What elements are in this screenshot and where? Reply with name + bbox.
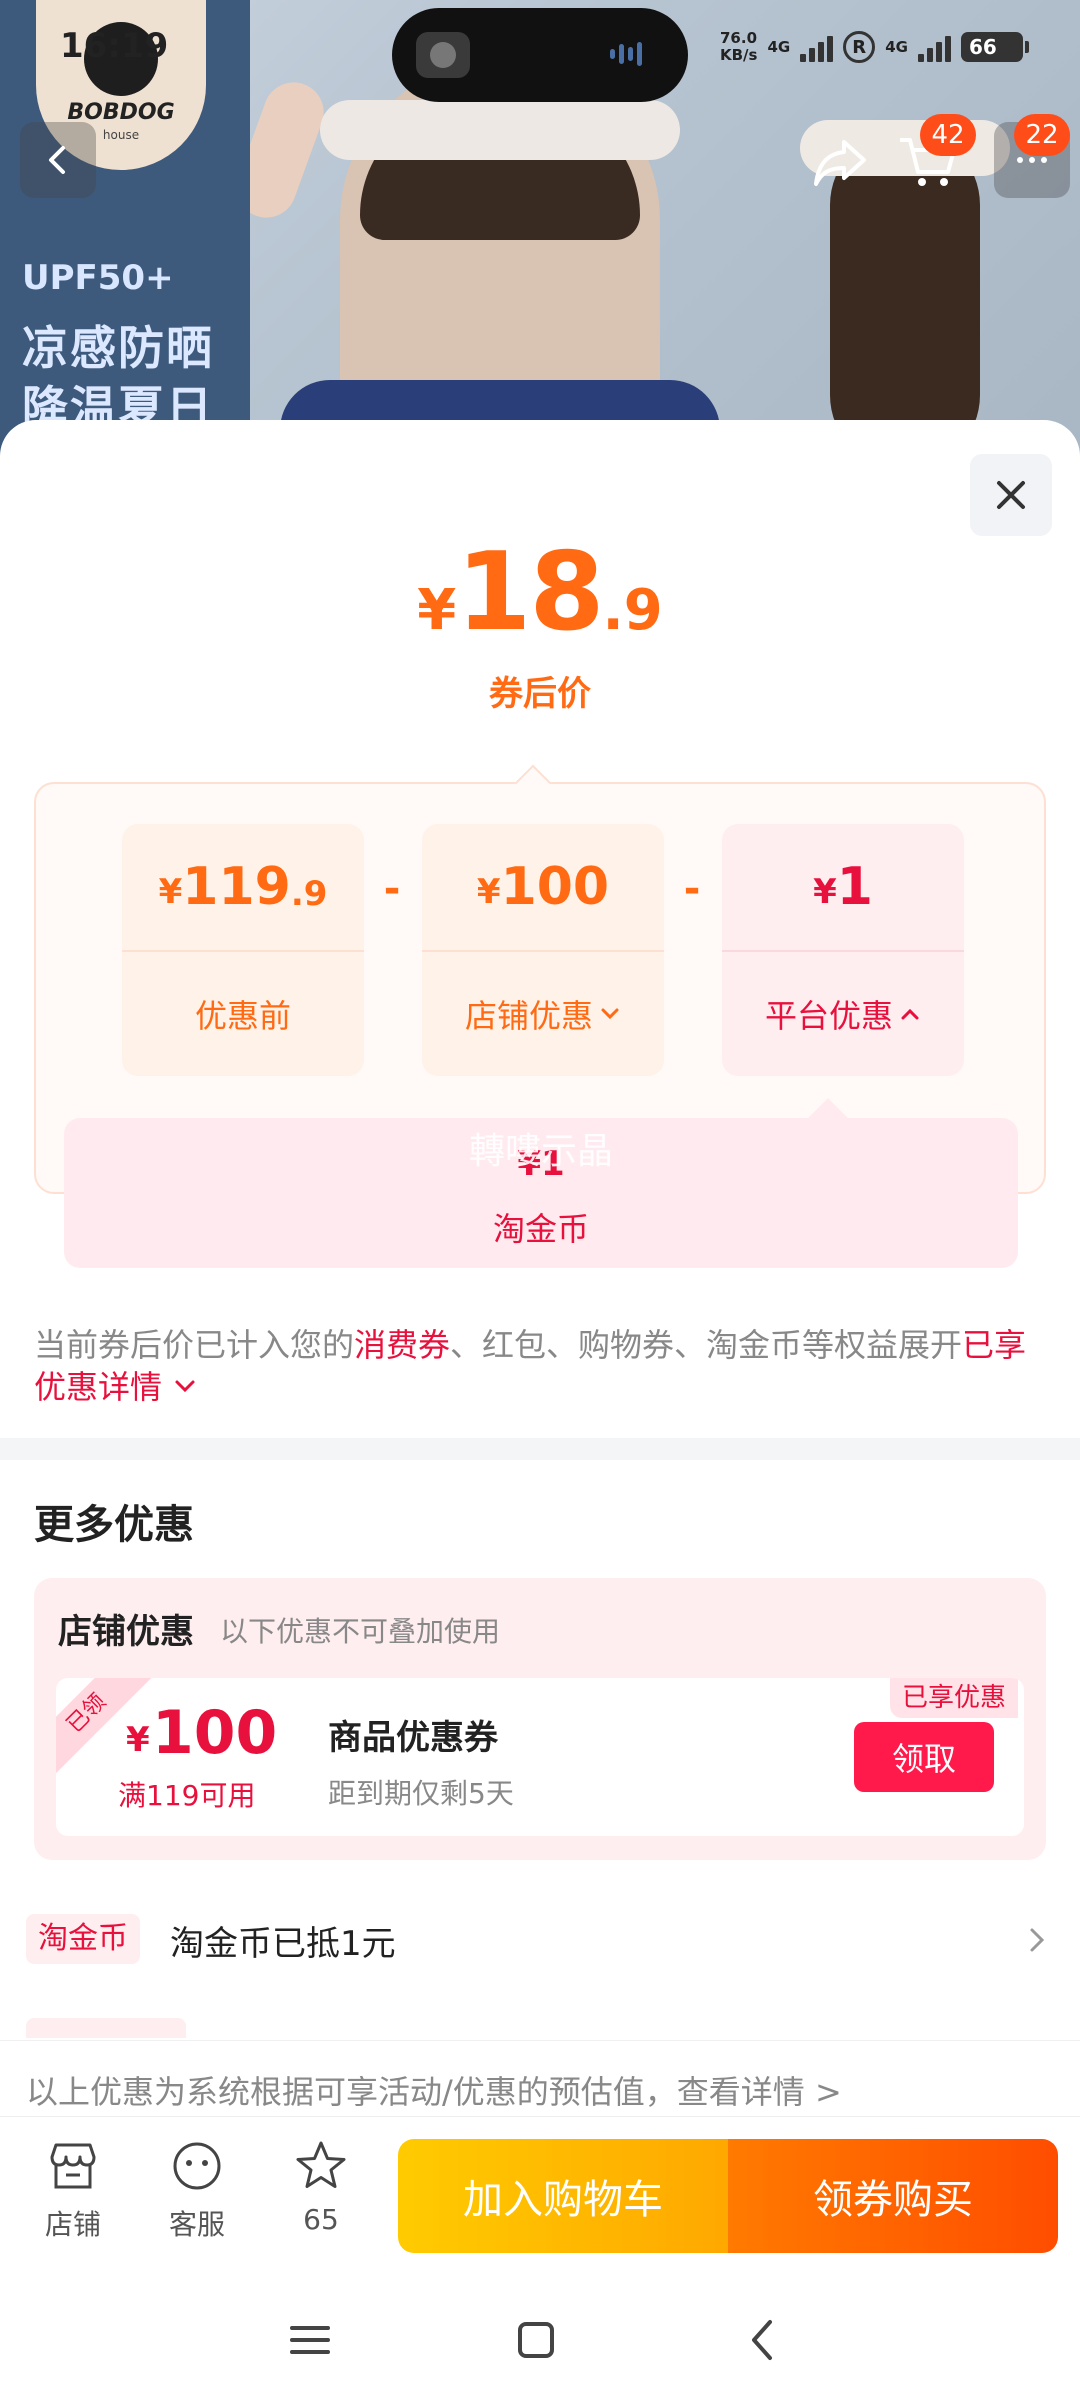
back-button[interactable] — [20, 122, 96, 198]
status-time: 16:19 — [60, 26, 169, 66]
bottom-action-bar: 店铺 客服 65 加入购物车 领券购买 — [0, 2116, 1080, 2276]
close-button[interactable] — [970, 454, 1052, 536]
enjoyed-tag: 已享优惠 — [890, 1678, 1019, 1718]
battery-icon: 66 — [960, 32, 1029, 62]
chevron-down-icon — [175, 1380, 195, 1393]
boy-model-image — [280, 60, 720, 470]
service-label: 客服 — [168, 2208, 225, 2241]
claim-coupon-button[interactable]: 领取 — [854, 1722, 994, 1792]
favorites-count: 65 — [303, 2203, 339, 2236]
chevron-right-icon — [1030, 1928, 1045, 1952]
network-type-2: 4G — [885, 38, 908, 56]
home-square-icon[interactable] — [508, 2312, 564, 2368]
network-type-1: 4G — [767, 38, 791, 56]
star-icon — [296, 2141, 346, 2188]
price-note: 当前券后价已计入您的消费券、红包、购物券、淘金币等权益展开已享优惠详情 — [34, 1326, 1027, 1406]
price-breakdown: ¥119.9 优惠前 - ¥100 店铺优惠 - ¥1 平台优惠 ¥1 轉嘍示晶… — [34, 782, 1046, 1268]
coupon-currency: ¥ — [126, 1720, 150, 1760]
hero-upf-label: UPF50+ — [22, 258, 174, 298]
store-label: 店铺 — [44, 2208, 101, 2241]
minus-sign: - — [383, 866, 401, 912]
chevron-left-icon — [49, 146, 65, 174]
hero-banner-panel: BOBDOG house UPF50+ 凉感防晒 降温夏日 — [0, 0, 250, 470]
original-price-label: 优惠前 — [194, 997, 291, 1035]
original-price-box: ¥119.9 优惠前 — [122, 824, 364, 1076]
platform-discount-label: 平台优惠 — [764, 997, 893, 1035]
store-discount-label: 店铺优惠 — [464, 997, 593, 1035]
more-offers-title: 更多优惠 — [34, 1502, 194, 1548]
gold-coin-chip: 淘金币 — [26, 1914, 140, 1964]
coupon-name: 商品优惠券 — [328, 1718, 498, 1758]
disclaimer-text: 以上优惠为系统根据可享活动/优惠的预估值，查看详情 > — [26, 2073, 842, 2111]
chevron-up-icon — [901, 1008, 919, 1020]
status-indicators: 76.0 KB/s 4G R 4G 66 — [720, 22, 1029, 72]
minus-sign: - — [683, 866, 701, 912]
section-divider — [0, 1438, 1080, 1460]
store-discount-box[interactable]: ¥100 店铺优惠 — [422, 824, 664, 1076]
hero-tagline-1: 凉感防晒 — [22, 321, 214, 375]
camera-app-icon — [416, 32, 470, 78]
final-price: ¥18.9 — [417, 530, 663, 655]
cart-count-badge: 42 — [920, 114, 976, 156]
store-offers-card: 店铺优惠 以下优惠不可叠加使用 已领 ¥ 100 满119可用 商品优惠券 距到… — [34, 1578, 1046, 1860]
favorite-button[interactable]: 65 — [266, 2137, 376, 2267]
platform-discount-detail: ¥1 轉嘍示晶 淘金币 — [64, 1118, 1018, 1268]
store-offers-subtitle: 以下优惠不可叠加使用 — [220, 1615, 501, 1648]
signal-icon — [800, 32, 834, 62]
watermark-text: 轉嘍示晶 — [468, 1131, 613, 1172]
message-count-badge: 22 — [1014, 114, 1070, 156]
store-offers-title: 店铺优惠 — [58, 1612, 194, 1652]
system-navigation-bar — [0, 2276, 1080, 2400]
discount-detail-sheet: ¥18.9 券后价 ¥119.9 优惠前 - ¥100 店铺优惠 - ¥1 平台… — [0, 420, 1080, 2400]
store-icon — [50, 2143, 96, 2189]
final-price-label: 券后价 — [489, 674, 591, 714]
more-button[interactable]: 22 — [994, 114, 1070, 198]
back-chevron-icon[interactable] — [736, 2312, 792, 2368]
audio-wave-icon — [610, 42, 656, 68]
store-button[interactable]: 店铺 — [18, 2137, 128, 2267]
next-offer-peek — [26, 2018, 186, 2038]
add-to-cart-button[interactable]: 加入购物车 — [398, 2139, 728, 2253]
coupon-value: 100 — [152, 1698, 278, 1768]
gold-coin-row[interactable]: 淘金币 淘金币已抵1元 — [26, 1906, 1056, 1972]
roaming-icon: R — [843, 31, 876, 63]
coupon-card: 已领 ¥ 100 满119可用 商品优惠券 距到期仅剩5天 已享优惠 领取 — [56, 1678, 1024, 1836]
consumption-coupon-link[interactable]: 消费券 — [354, 1326, 450, 1364]
claim-coupon-buy-button[interactable]: 领券购买 — [728, 2139, 1058, 2253]
coupon-expiry: 距到期仅剩5天 — [328, 1777, 514, 1810]
close-icon — [997, 481, 1025, 509]
customer-service-button[interactable]: 客服 — [142, 2137, 252, 2267]
dynamic-island — [392, 8, 688, 102]
chat-face-icon — [173, 2142, 221, 2190]
menu-icon[interactable] — [282, 2312, 338, 2368]
platform-discount-box[interactable]: ¥1 平台优惠 — [722, 824, 964, 1076]
network-speed: 76.0 KB/s — [720, 29, 758, 64]
cart-button[interactable]: 42 — [890, 114, 976, 198]
chevron-down-icon — [601, 1008, 619, 1020]
share-icon[interactable] — [808, 130, 872, 194]
gold-coin-text: 淘金币已抵1元 — [170, 1924, 396, 1964]
gold-coin-label: 淘金币 — [492, 1210, 589, 1248]
coupon-condition: 满119可用 — [118, 1779, 256, 1812]
signal-icon-2 — [917, 32, 951, 62]
